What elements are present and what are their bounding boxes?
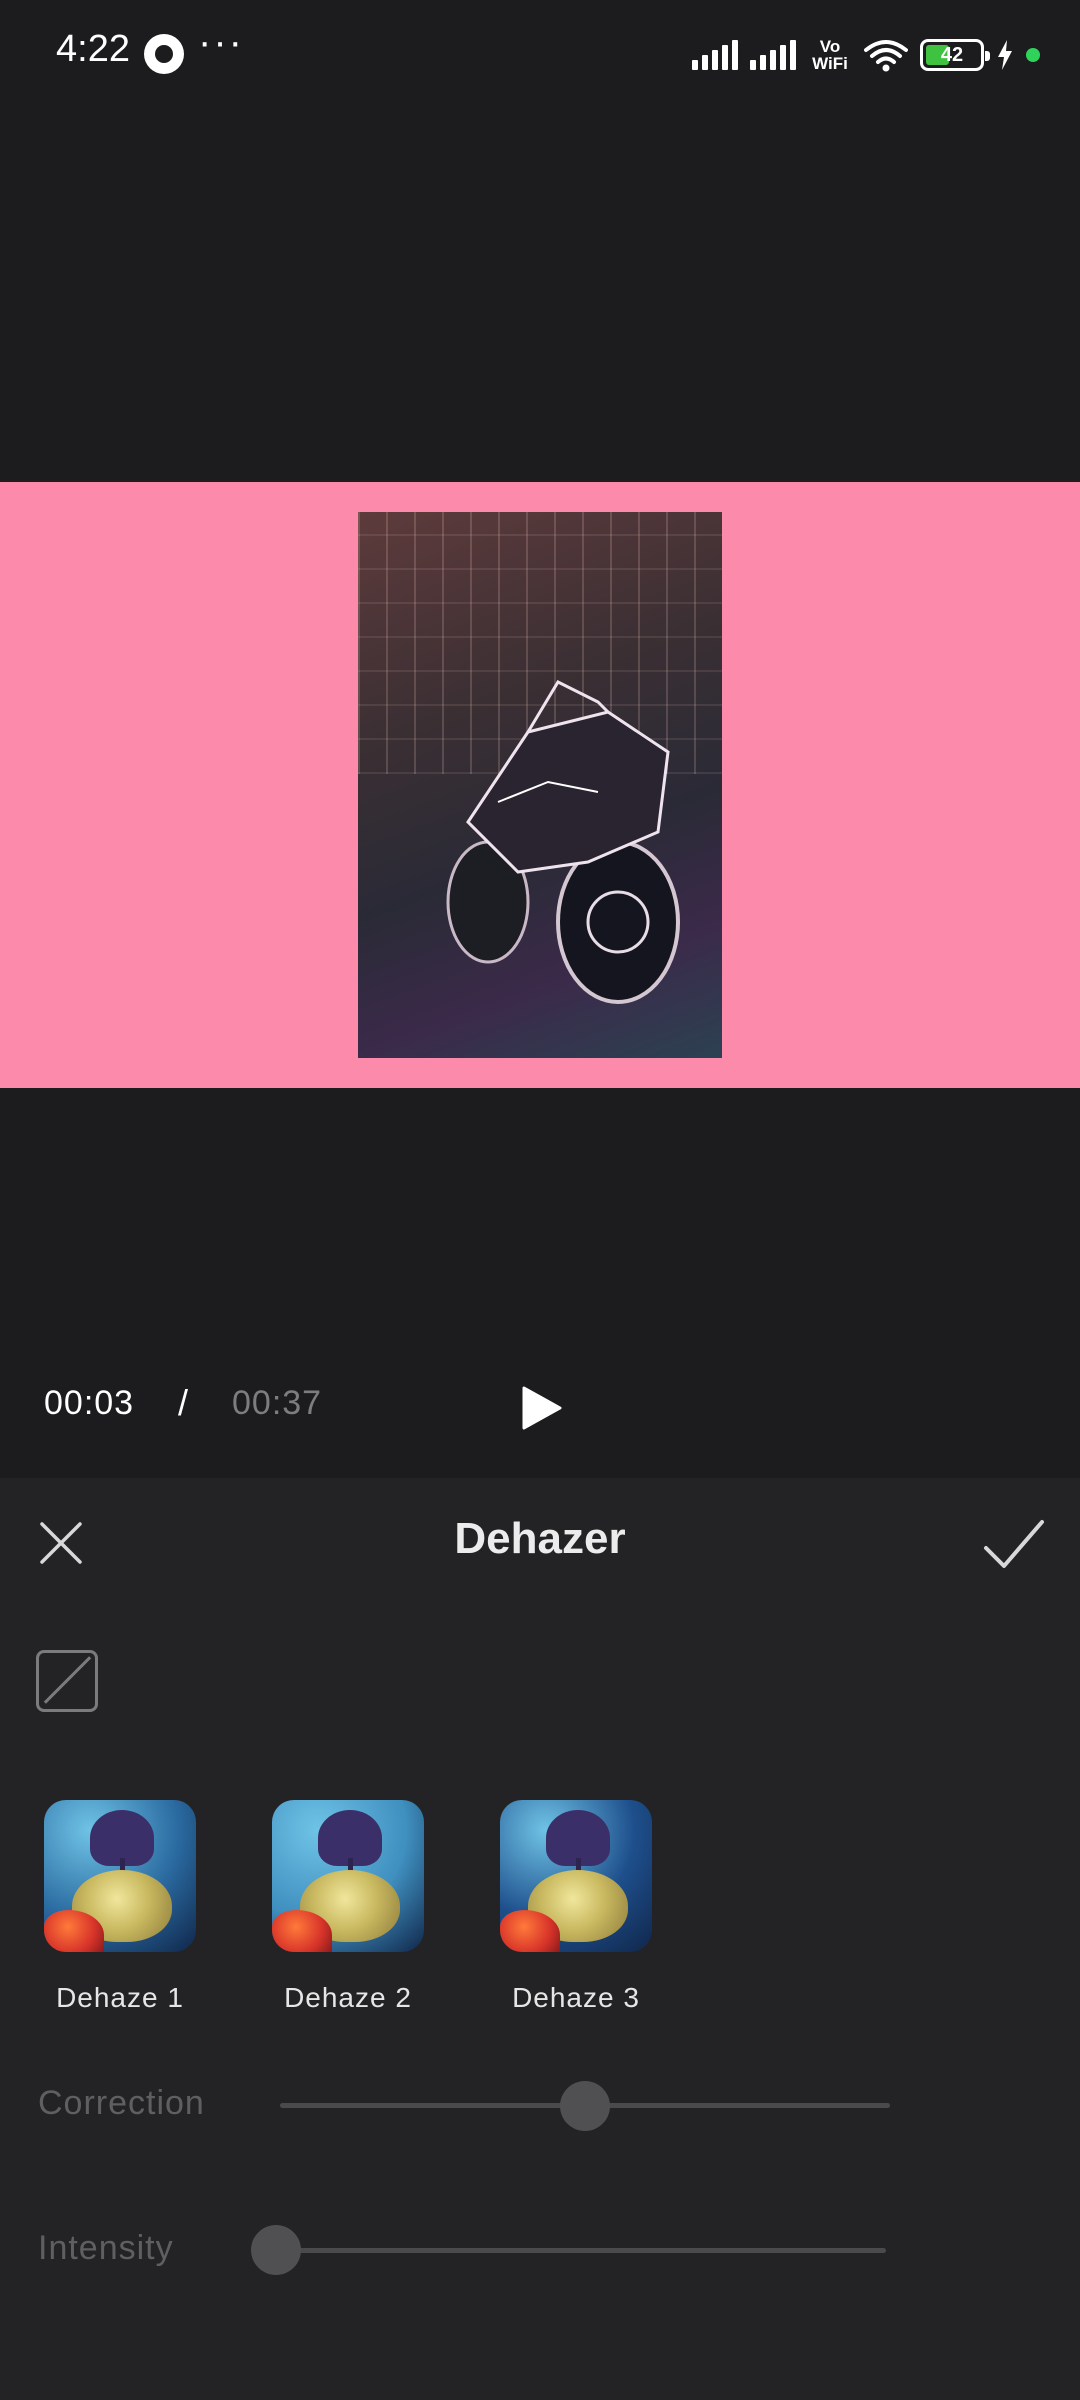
time-separator: / <box>178 1382 189 1423</box>
correction-slider-thumb[interactable] <box>560 2081 610 2131</box>
preset-dehaze-3[interactable]: Dehaze 3 <box>500 1800 652 2014</box>
more-icon: ··· <box>198 20 244 64</box>
preset-thumbnail <box>44 1800 196 1952</box>
preset-thumbnail <box>272 1800 424 1952</box>
checkmark-icon <box>984 1520 1044 1568</box>
correction-label: Correction <box>38 2084 205 2122</box>
preset-label: Dehaze 1 <box>56 1982 184 2013</box>
status-icons: Vo WiFi 42 <box>692 30 1040 80</box>
preset-thumbnail <box>500 1800 652 1952</box>
play-button[interactable] <box>518 1384 566 1432</box>
intensity-label: Intensity <box>38 2229 174 2267</box>
vowifi-icon: Vo WiFi <box>812 37 848 73</box>
preset-label: Dehaze 2 <box>284 1982 412 2013</box>
motorcycle-photo[interactable] <box>358 512 722 1058</box>
app-screen: 4:22 ··· Vo WiFi 42 00:03 / 00:37 Dehaze… <box>0 0 1080 2400</box>
motorcycle-image <box>446 680 680 1004</box>
battery-icon: 42 <box>920 39 990 71</box>
confirm-button[interactable] <box>982 1514 1046 1574</box>
preset-dehaze-2[interactable]: Dehaze 2 <box>272 1800 424 2014</box>
preset-label: Dehaze 3 <box>512 1982 640 2013</box>
status-bar: 4:22 ··· Vo WiFi 42 <box>0 0 1080 110</box>
intensity-slider-thumb[interactable] <box>251 2225 301 2275</box>
current-time: 00:03 <box>44 1384 135 1422</box>
charging-icon <box>998 40 1012 70</box>
none-effect-button[interactable] <box>36 1650 98 1712</box>
panel-title: Dehazer <box>454 1514 626 1563</box>
privacy-dot-icon <box>1026 48 1040 62</box>
play-icon <box>522 1386 562 1430</box>
status-time: 4:22 <box>56 28 130 70</box>
intensity-slider[interactable] <box>276 2248 886 2253</box>
app-sync-icon <box>144 34 184 74</box>
battery-level: 42 <box>940 43 964 66</box>
wifi-icon <box>864 40 908 72</box>
total-time: 00:37 <box>232 1384 323 1422</box>
preset-dehaze-1[interactable]: Dehaze 1 <box>44 1800 196 2014</box>
signal-icon <box>692 40 738 70</box>
signal-icon <box>750 40 796 70</box>
